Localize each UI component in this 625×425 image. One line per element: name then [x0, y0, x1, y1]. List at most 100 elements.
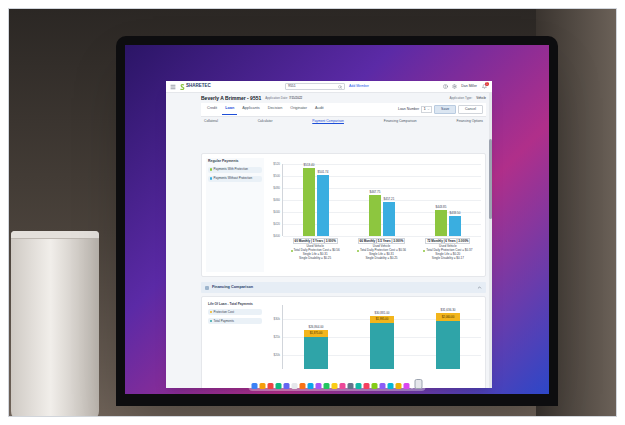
stacked-bar[interactable]: $26,864.00$1,875.00	[304, 326, 328, 369]
y-axis: $520$500$480$460$440$420$400	[268, 164, 282, 236]
subtab[interactable]: Calculator	[258, 119, 273, 124]
payment-legend: Regular PaymentsPayments With Protection…	[206, 158, 264, 272]
tab[interactable]: Credit	[204, 104, 220, 115]
y-tick: $460	[273, 199, 280, 202]
tab-bar: CreditLoanApplicantsDecisionOriginatorAu…	[201, 103, 486, 117]
action-button[interactable]: Cancel	[458, 105, 483, 115]
caption-line: Single Disability = $0.17	[432, 257, 464, 260]
bar-segment[interactable]: $2,060.00	[436, 313, 460, 320]
financing-legend: Life Of Loan - Total PaymentsProtection …	[206, 301, 264, 388]
dock-app-icon[interactable]	[316, 383, 322, 389]
legend-item[interactable]: Payments With Protection	[208, 167, 262, 173]
section-title: Financing Comparison	[212, 286, 474, 290]
tab[interactable]: Audit	[312, 104, 327, 115]
tab[interactable]: Originator	[287, 104, 310, 115]
app-header: SHARETEC9551Add MemberDan Miller1	[166, 81, 492, 93]
dock-app-icon[interactable]	[404, 383, 410, 389]
application-type-label: Application Type:	[450, 97, 473, 100]
loan-number-select[interactable]: 1	[421, 106, 432, 114]
plot-area: $513.40$501.74$467.75$457.21$443.85$433.…	[282, 164, 481, 236]
caption-line: Single Disability = $0.25	[365, 257, 397, 260]
dock-app-icon[interactable]	[268, 383, 274, 389]
notifications[interactable]: 1	[481, 83, 488, 90]
y-tick: $500	[273, 175, 280, 178]
menu-icon[interactable]	[170, 84, 176, 90]
dock-app-icon[interactable]	[380, 383, 386, 389]
plot-area: $26,864.00$1,875.00 $30,881.00$1,995.00 $3…	[282, 305, 481, 369]
subtab[interactable]: Financing Comparison	[384, 119, 417, 124]
bar-segment[interactable]: $1,995.00	[370, 316, 394, 323]
payment-comparison-card: Regular PaymentsPayments With Protection…	[201, 153, 486, 277]
subtab[interactable]: Financing Options	[456, 119, 483, 124]
y-tick: $30k	[273, 318, 280, 321]
legend-item[interactable]: Payments Without Protection	[208, 176, 262, 182]
dock-app-icon[interactable]	[252, 383, 258, 389]
bar[interactable]	[303, 168, 315, 236]
tab[interactable]: Applicants	[239, 104, 263, 115]
photo: SHARETEC9551Add MemberDan Miller1Beverly…	[8, 8, 617, 417]
bar[interactable]	[435, 210, 447, 236]
stacked-bar[interactable]: $30,881.00$1,995.00	[370, 312, 394, 369]
bar[interactable]	[369, 195, 381, 236]
tab[interactable]: Loan	[222, 104, 237, 115]
caption-line: Total Daily Protection Cost = $0.56	[360, 249, 406, 252]
y-axis: $30k$25k$20k	[268, 305, 282, 369]
subtab[interactable]: Collateral	[204, 119, 218, 124]
bar[interactable]	[317, 175, 329, 236]
dock-app-icon[interactable]	[332, 383, 338, 389]
legend-item[interactable]: Total Payments	[208, 318, 262, 324]
search-icon[interactable]	[338, 85, 342, 89]
bar-group: $443.85$433.50	[435, 206, 461, 236]
logo-icon	[180, 84, 185, 90]
legend-dot	[210, 311, 213, 314]
bar[interactable]	[383, 202, 395, 236]
legend-item[interactable]: Protection Cost	[208, 309, 262, 315]
bar-segment[interactable]: $1,875.00	[304, 330, 328, 337]
action-button[interactable]: Save	[434, 105, 456, 115]
loan-number-label: Loan Number	[398, 108, 419, 112]
trash-icon[interactable]	[415, 379, 423, 389]
tab[interactable]: Decision	[265, 104, 286, 115]
dock-app-icon[interactable]	[260, 383, 266, 389]
dock-app-icon[interactable]	[276, 383, 282, 389]
dock-app-icon[interactable]	[396, 383, 402, 389]
dock-app-icon[interactable]	[356, 383, 362, 389]
bar-segment[interactable]	[304, 337, 328, 369]
scrollbar-thumb[interactable]	[489, 139, 492, 219]
dock-app-icon[interactable]	[348, 383, 354, 389]
help-icon[interactable]	[443, 84, 448, 89]
financing-section-header[interactable]: Financing Comparison	[201, 282, 486, 293]
dock-app-icon[interactable]	[388, 383, 394, 389]
dock-app-icon[interactable]	[340, 383, 346, 389]
collapse-icon[interactable]	[477, 285, 482, 290]
bar[interactable]	[449, 216, 461, 236]
dock-app-icon[interactable]	[308, 383, 314, 389]
dock-app-icon[interactable]	[284, 383, 290, 389]
caption-dot	[291, 250, 293, 252]
bar-group: $467.75$457.21	[369, 191, 395, 236]
legend-label: Total Payments	[214, 320, 235, 323]
dock-app-icon[interactable]	[372, 383, 378, 389]
dock-app-icon[interactable]	[324, 383, 330, 389]
bar-segment[interactable]	[370, 323, 394, 369]
stacked-bar[interactable]: $31,636.30$2,060.00	[436, 309, 460, 369]
add-member-link[interactable]: Add Member	[349, 85, 369, 89]
caption-line: Single Life = $0.31	[369, 253, 394, 256]
legend-dot	[210, 320, 213, 323]
caption-dot	[357, 250, 359, 252]
dock-app-icon[interactable]	[300, 383, 306, 389]
scrollbar[interactable]	[489, 93, 492, 388]
caption-terms: 60 Monthly | 5 Years | 3.000%	[293, 238, 338, 244]
settings-icon[interactable]	[452, 84, 457, 89]
dock-app-icon[interactable]	[364, 383, 370, 389]
y-tick: $520	[273, 163, 280, 166]
bar-segment[interactable]	[436, 321, 460, 369]
bar-value: $433.50	[450, 212, 461, 215]
dock-app-icon[interactable]	[292, 383, 298, 389]
dock-separator	[412, 383, 413, 389]
search-field[interactable]: 9551	[285, 83, 345, 90]
subtab[interactable]: Payment Comparison	[312, 119, 344, 124]
page: SHARETEC9551Add MemberDan Miller1Beverly…	[0, 0, 625, 425]
bar-value: $457.21	[384, 198, 395, 201]
user-name[interactable]: Dan Miller	[461, 85, 477, 89]
